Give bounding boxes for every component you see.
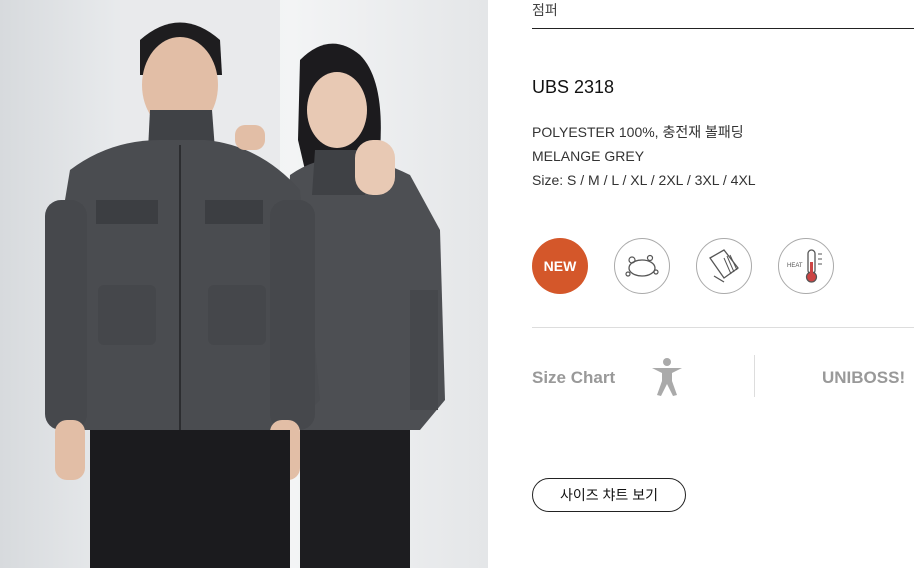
new-badge: NEW — [532, 238, 588, 294]
person-icon — [650, 357, 684, 402]
cuff-detail-icon — [696, 238, 752, 294]
product-material: POLYESTER 100%, 충전재 볼패딩 — [532, 124, 744, 140]
models-illustration — [45, 0, 445, 568]
size-chart-label: Size Chart — [532, 368, 616, 387]
breathable-icon — [614, 238, 670, 294]
brand-name: UNIBOSS! — [822, 368, 906, 387]
product-description: POLYESTER 100%, 충전재 볼패딩 MELANGE GREY Siz… — [532, 120, 756, 192]
product-category: 점퍼 — [532, 2, 558, 18]
feature-badges: NEW HEAT — [532, 238, 834, 294]
category-divider — [532, 28, 914, 29]
product-sizes: Size: S / M / L / XL / 2XL / 3XL / 4XL — [532, 172, 756, 188]
product-code: UBS 2318 — [532, 77, 615, 97]
product-photo — [0, 0, 488, 568]
new-badge-label: NEW — [543, 258, 577, 274]
heat-label: HEAT — [787, 263, 803, 269]
vertical-divider — [754, 355, 755, 397]
thermometer-icon: HEAT — [778, 238, 834, 294]
size-chart-button[interactable]: 사이즈 챠트 보기 — [532, 478, 686, 512]
section-divider — [532, 327, 914, 328]
product-color: MELANGE GREY — [532, 148, 645, 164]
product-info-panel: 점퍼 UBS 2318 POLYESTER 100%, 충전재 볼패딩 MELA… — [532, 0, 914, 568]
